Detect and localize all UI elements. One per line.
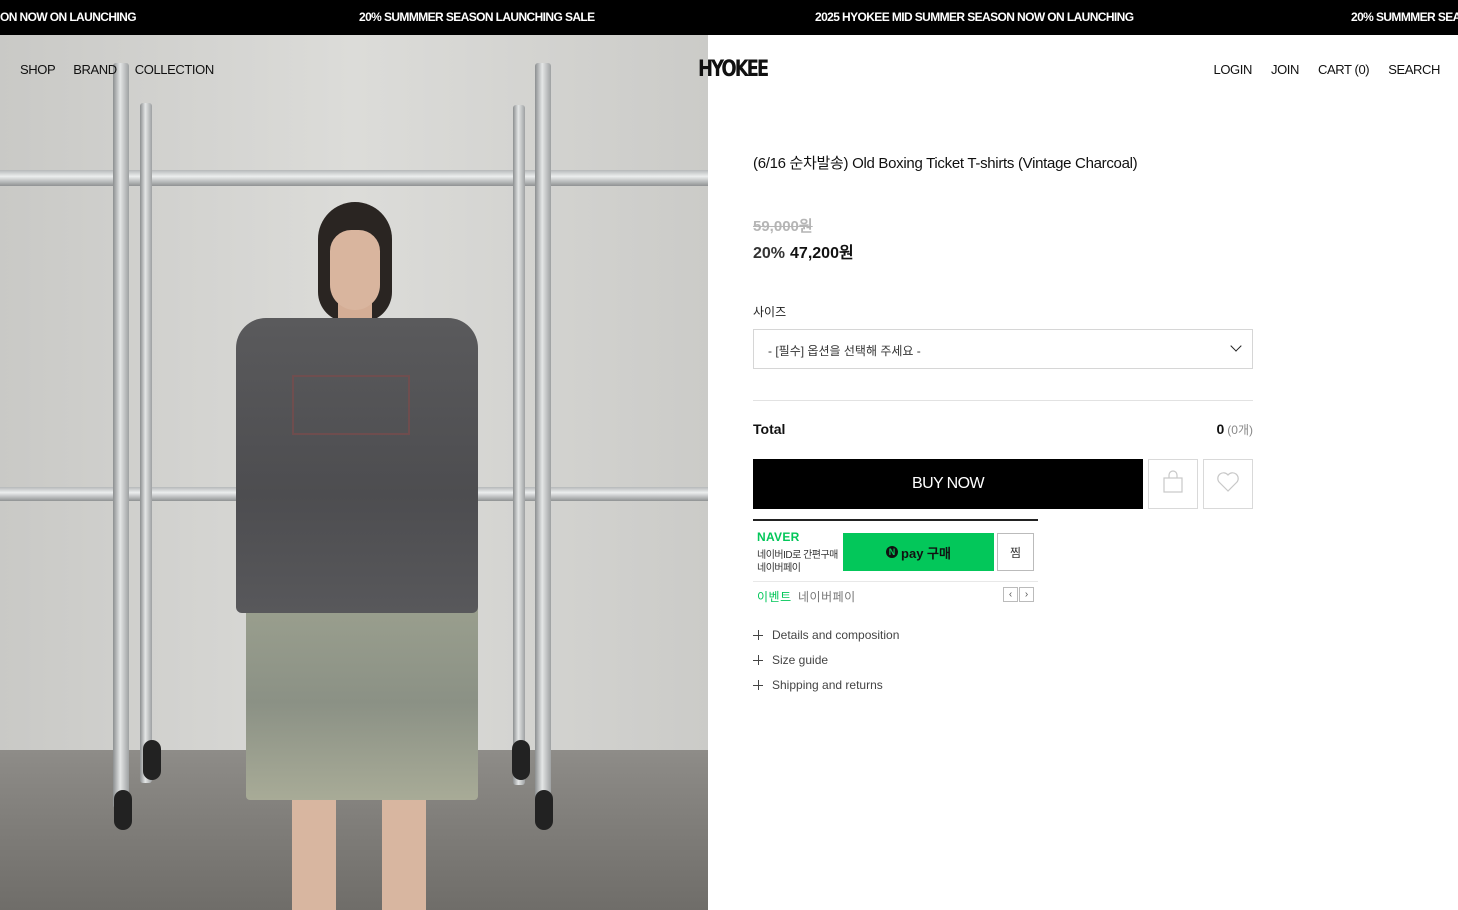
product-image — [0, 35, 708, 910]
naverpay-buy-button[interactable]: N pay 구매 — [843, 533, 994, 571]
accordion-label: Shipping and returns — [772, 678, 883, 692]
nav-collection[interactable]: COLLECTION — [135, 62, 214, 77]
nav-cart[interactable]: CART (0) — [1318, 62, 1370, 77]
total-count: (0개) — [1227, 423, 1253, 437]
rack-wheel — [114, 790, 132, 830]
buy-now-button[interactable]: BUY NOW — [753, 459, 1143, 509]
sale-price: 47,200원 — [790, 245, 854, 262]
size-option-label: 사이즈 — [753, 305, 787, 319]
nav-shop[interactable]: SHOP — [20, 62, 56, 77]
marquee-item: 2025 HYOKEE MID SUMMER SEASON NOW ON LAU… — [815, 10, 1134, 24]
chevron-down-icon — [1230, 340, 1242, 352]
nav-join[interactable]: JOIN — [1271, 62, 1299, 77]
naverpay-event-tag[interactable]: 이벤트 — [757, 588, 792, 605]
nav-brand[interactable]: BRAND — [73, 62, 117, 77]
total-label: Total — [753, 421, 786, 437]
product-title: (6/16 순차발송) Old Boxing Ticket T-shirts (… — [753, 155, 1138, 172]
divider — [753, 581, 1038, 582]
heart-icon — [1216, 471, 1240, 498]
rack-shelf — [0, 170, 708, 186]
accordion-label: Details and composition — [772, 628, 900, 642]
nav-search[interactable]: SEARCH — [1388, 62, 1440, 77]
plus-icon — [753, 630, 763, 640]
shopping-bag-icon — [1162, 469, 1184, 499]
plus-icon — [753, 680, 763, 690]
marquee-item: 20% SUMMMER SEA — [1351, 10, 1458, 24]
size-select-value: - [필수] 옵션을 선택해 주세요 - — [768, 344, 921, 358]
rack-pole — [535, 63, 551, 808]
site-logo[interactable]: HYOKEE — [698, 57, 769, 82]
model-tshirt — [236, 318, 478, 613]
discount-rate: 20% — [753, 245, 786, 262]
naverpay-buy-label: pay 구매 — [901, 545, 951, 561]
original-price: 59,000원 — [753, 218, 813, 235]
sale-price-row: 20% 47,200원 — [753, 239, 854, 263]
plus-icon — [753, 655, 763, 665]
main-nav: SHOP BRAND COLLECTION — [20, 62, 232, 77]
rack-wheel — [535, 790, 553, 830]
rack-pole — [113, 63, 129, 808]
chevron-right-icon[interactable]: › — [1019, 587, 1034, 602]
marquee-item: 20% SUMMMER SEASON LAUNCHING SALE — [359, 10, 595, 24]
naverpay-logo-icon: N — [886, 546, 899, 558]
total-amount: 0 — [1216, 421, 1225, 437]
tshirt-print — [292, 375, 410, 435]
naverpay-wishlist-button[interactable]: 찜 — [997, 533, 1034, 571]
accordion-shipping[interactable]: Shipping and returns — [753, 678, 883, 692]
naverpay-widget: NAVER 네이버ID로 간편구매 네이버페이 N pay 구매 찜 이벤트 네… — [753, 519, 1038, 607]
account-nav: LOGIN JOIN CART (0) SEARCH — [1195, 62, 1441, 77]
announcement-bar: ON NOW ON LAUNCHING 20% SUMMMER SEASON L… — [0, 0, 1458, 35]
nav-login[interactable]: LOGIN — [1214, 62, 1253, 77]
divider — [753, 400, 1253, 401]
model-leg — [292, 795, 336, 910]
accordion-details[interactable]: Details and composition — [753, 628, 899, 642]
total-value: 0 (0개) — [1216, 421, 1253, 438]
naver-brand: NAVER — [757, 530, 800, 544]
wishlist-button[interactable] — [1203, 459, 1253, 509]
accordion-label: Size guide — [772, 653, 829, 667]
model-leg — [382, 795, 426, 910]
marquee-item: ON NOW ON LAUNCHING — [0, 10, 137, 24]
size-select[interactable]: - [필수] 옵션을 선택해 주세요 - — [753, 329, 1253, 369]
rack-pole — [513, 105, 525, 785]
chevron-left-icon[interactable]: ‹ — [1003, 587, 1018, 602]
rack-wheel — [143, 740, 161, 780]
add-to-cart-button[interactable] — [1148, 459, 1198, 509]
model-shorts — [246, 605, 478, 800]
accordion-size-guide[interactable]: Size guide — [753, 653, 828, 667]
naverpay-desc: 네이버페이 — [757, 563, 801, 574]
model-face — [330, 230, 380, 310]
naverpay-event-text[interactable]: 네이버페이 — [798, 588, 856, 605]
rack-pole — [140, 103, 152, 783]
rack-wheel — [512, 740, 530, 780]
